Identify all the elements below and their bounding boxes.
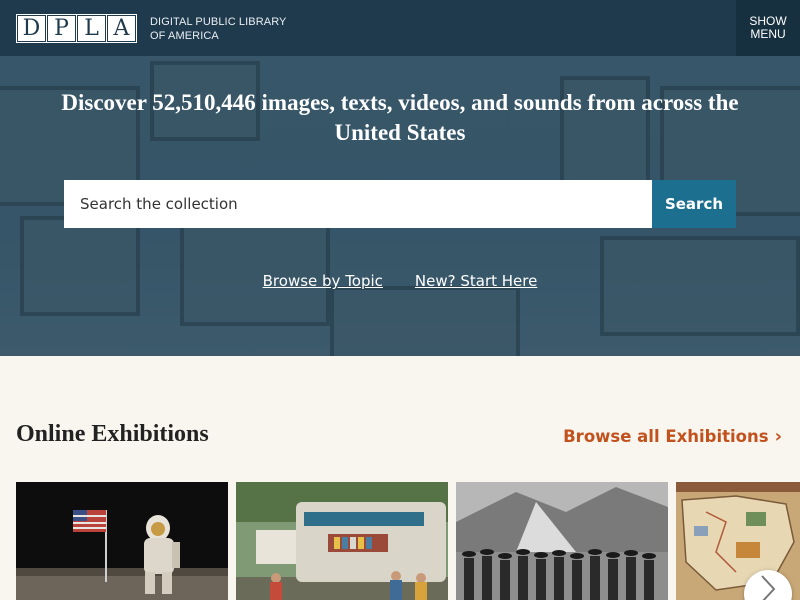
logo-letter-p: P — [47, 15, 76, 42]
site-header: D P L A Digital Public Library of Americ… — [0, 0, 800, 56]
browse-by-topic-link[interactable]: Browse by Topic — [263, 272, 383, 290]
logo-letters: D P L A — [16, 14, 137, 43]
logo-line-1: Digital Public Library — [150, 15, 287, 28]
logo-letter-a: A — [107, 15, 136, 42]
hero-banner: Discover 52,510,446 images, texts, video… — [0, 56, 800, 356]
browse-all-exhibitions-link[interactable]: Browse all Exhibitions › — [563, 426, 782, 447]
search-form: Search — [64, 180, 736, 228]
logo-line-2: of America — [150, 29, 219, 42]
exhibition-card-bookmobile[interactable] — [236, 482, 448, 600]
logo-wordmark: Digital Public Library of America — [150, 15, 286, 43]
bookmobile-image — [236, 482, 448, 600]
chevron-right-icon — [761, 575, 776, 600]
hero-links: Browse by Topic New? Start Here — [0, 272, 800, 290]
workers-group-image — [456, 482, 668, 600]
search-input[interactable] — [64, 180, 652, 228]
exhibitions-carousel — [16, 482, 800, 600]
search-button[interactable]: Search — [652, 180, 736, 228]
exhibitions-heading: Online Exhibitions — [16, 421, 209, 447]
logo-letter-d: D — [17, 15, 46, 42]
browse-all-label: Browse all Exhibitions — [563, 427, 769, 446]
logo-letter-l: L — [77, 15, 106, 42]
show-menu-button[interactable]: SHOW MENU — [736, 0, 800, 56]
chevron-right-icon: › — [774, 426, 782, 447]
start-here-link[interactable]: New? Start Here — [415, 272, 537, 290]
dpla-logo[interactable]: D P L A Digital Public Library of Americ… — [16, 14, 286, 43]
exhibition-card-moon[interactable] — [16, 482, 228, 600]
menu-label-line-2: MENU — [750, 27, 786, 41]
moon-landing-image — [16, 482, 228, 600]
hero-title: Discover 52,510,446 images, texts, video… — [61, 90, 739, 145]
exhibition-card-workers[interactable] — [456, 482, 668, 600]
